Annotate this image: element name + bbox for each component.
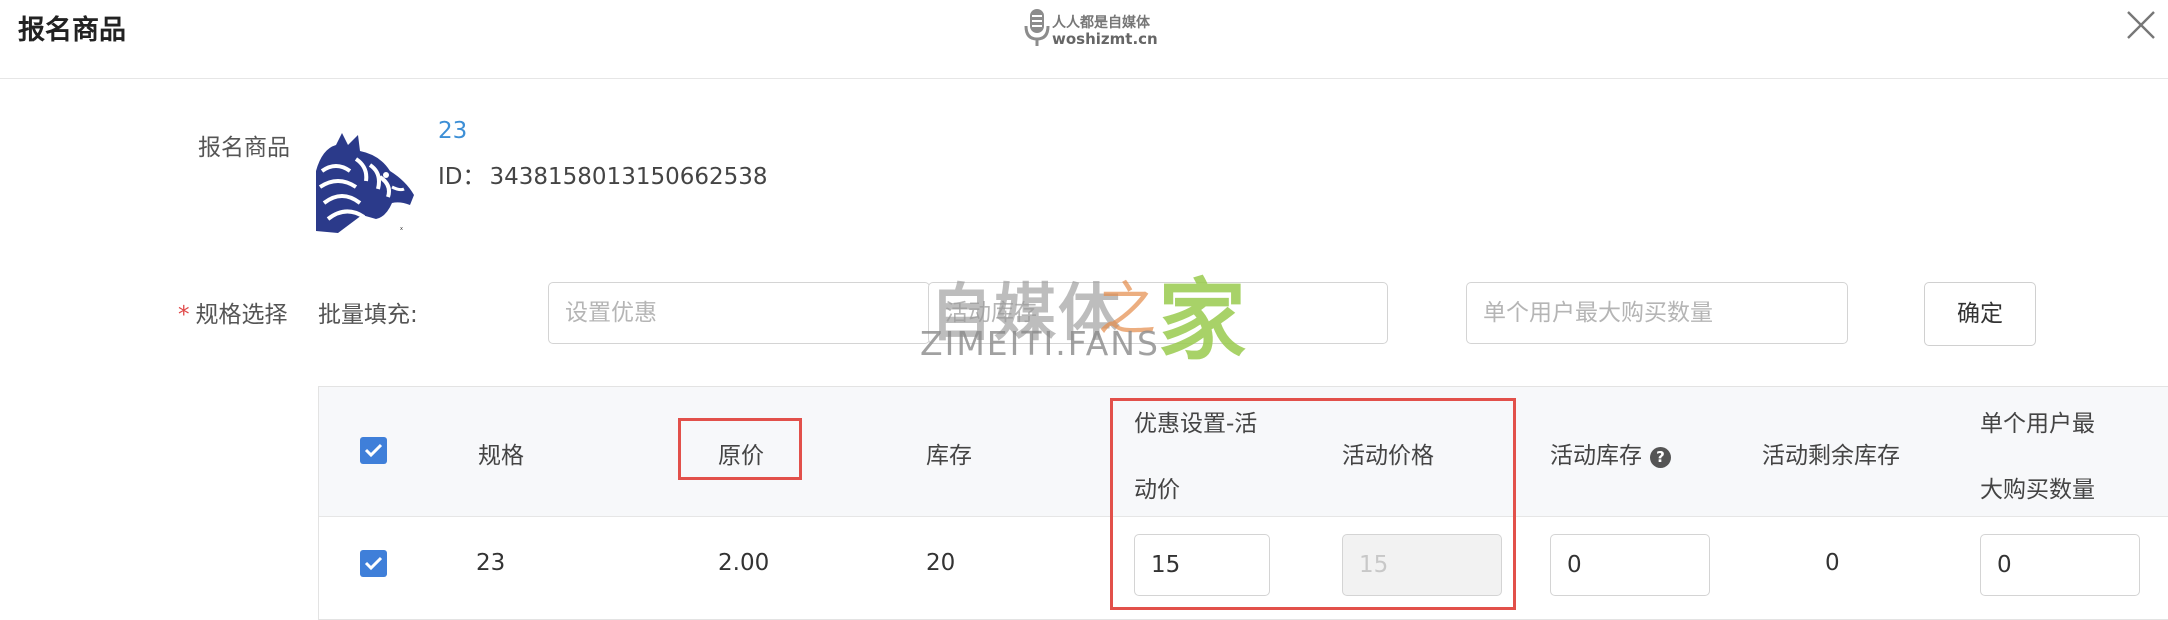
dialog-title: 报名商品 bbox=[18, 15, 126, 46]
watermark-logo: 人人都是自媒体 woshizmt.cn bbox=[1024, 8, 1158, 54]
help-icon[interactable]: ? bbox=[1650, 447, 1671, 468]
watermark-center-sub: ZIMEITI.FANS bbox=[920, 324, 1160, 363]
header-activity-stock-text: 活动库存 bbox=[1550, 443, 1642, 469]
watermark-line1: 人人都是自媒体 bbox=[1052, 15, 1150, 31]
header-max-buy-line1: 单个用户最 bbox=[1980, 411, 2095, 437]
header-max-buy-line2: 大购买数量 bbox=[1980, 477, 2095, 503]
batch-max-buy-input[interactable]: 单个用户最大购买数量 bbox=[1466, 282, 1848, 344]
row-checkbox[interactable] bbox=[360, 550, 387, 577]
batch-discount-input[interactable]: 设置优惠 bbox=[548, 282, 930, 344]
select-all-checkbox[interactable] bbox=[360, 437, 387, 464]
batch-fill-label: 批量填充: bbox=[318, 302, 418, 328]
row-max-buy-input[interactable]: 0 bbox=[1980, 534, 2140, 596]
svg-text:x: x bbox=[400, 226, 403, 232]
product-label: 报名商品 bbox=[198, 135, 290, 161]
checkbox-checked-icon bbox=[364, 443, 383, 458]
product-id-value: 3438158013150662538 bbox=[489, 164, 768, 190]
microphone-icon bbox=[1024, 9, 1050, 46]
watermark-center-jia: 家 bbox=[1158, 269, 1247, 372]
close-icon[interactable] bbox=[2122, 6, 2160, 44]
highlight-discount-area bbox=[1110, 398, 1516, 610]
row-orig-price: 2.00 bbox=[718, 550, 770, 576]
header-remaining: 活动剩余库存 bbox=[1762, 443, 1900, 469]
watermark-line2: woshizmt.cn bbox=[1052, 30, 1158, 48]
spec-label: * 规格选择 bbox=[178, 295, 288, 329]
row-stock: 20 bbox=[926, 550, 956, 576]
product-thumbnail[interactable]: x bbox=[316, 131, 416, 233]
header-stock: 库存 bbox=[926, 443, 972, 469]
highlight-orig-price bbox=[678, 418, 802, 480]
product-id: ID： 3438158013150662538 bbox=[438, 157, 768, 191]
product-name: 23 bbox=[438, 118, 468, 144]
product-id-label: ID： bbox=[438, 164, 486, 190]
required-mark: * bbox=[178, 302, 190, 328]
checkbox-checked-icon bbox=[364, 556, 383, 571]
row-spec: 23 bbox=[476, 550, 506, 576]
row-activity-stock-input[interactable]: 0 bbox=[1550, 534, 1710, 596]
spec-label-text: 规格选择 bbox=[195, 302, 288, 328]
header-activity-stock: 活动库存? bbox=[1550, 436, 1671, 470]
header-spec: 规格 bbox=[478, 443, 524, 469]
confirm-button[interactable]: 确定 bbox=[1924, 282, 2036, 346]
watermark-center: 自媒体 之 家 ZIMEITI.FANS bbox=[918, 258, 1258, 372]
row-remaining: 0 bbox=[1825, 550, 1840, 576]
